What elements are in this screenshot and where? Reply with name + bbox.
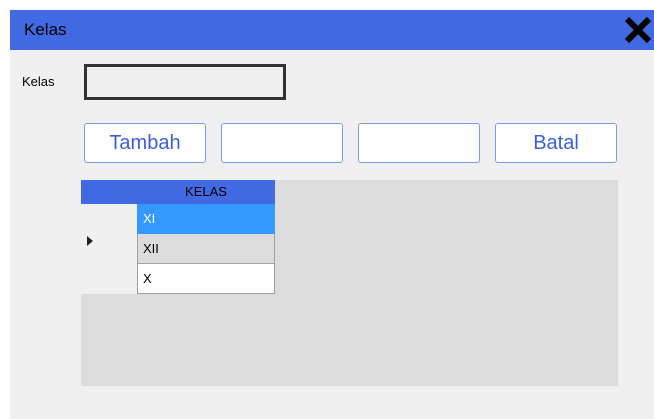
- column-header-kelas[interactable]: KELAS: [137, 180, 275, 204]
- kelas-input[interactable]: [84, 64, 286, 100]
- grid-row[interactable]: X: [137, 264, 275, 294]
- row-header-column: [81, 204, 137, 294]
- kelas-data-grid[interactable]: KELAS XI XII X: [81, 180, 618, 386]
- blank-button-2[interactable]: [221, 123, 343, 163]
- close-icon[interactable]: [622, 14, 654, 46]
- kelas-label: Kelas: [22, 74, 55, 89]
- window-title: Kelas: [24, 20, 67, 39]
- grid-row[interactable]: XII: [137, 234, 275, 264]
- kelas-window: Kelas Kelas Tambah Batal KELAS XI XII X: [10, 10, 654, 419]
- batal-button[interactable]: Batal: [495, 123, 617, 163]
- grid-header-corner: [81, 180, 137, 204]
- title-bar: Kelas: [10, 10, 654, 50]
- grid-row[interactable]: XI: [137, 204, 275, 234]
- tambah-button[interactable]: Tambah: [84, 123, 206, 163]
- blank-button-3[interactable]: [358, 123, 480, 163]
- current-row-arrow-icon: [87, 236, 93, 246]
